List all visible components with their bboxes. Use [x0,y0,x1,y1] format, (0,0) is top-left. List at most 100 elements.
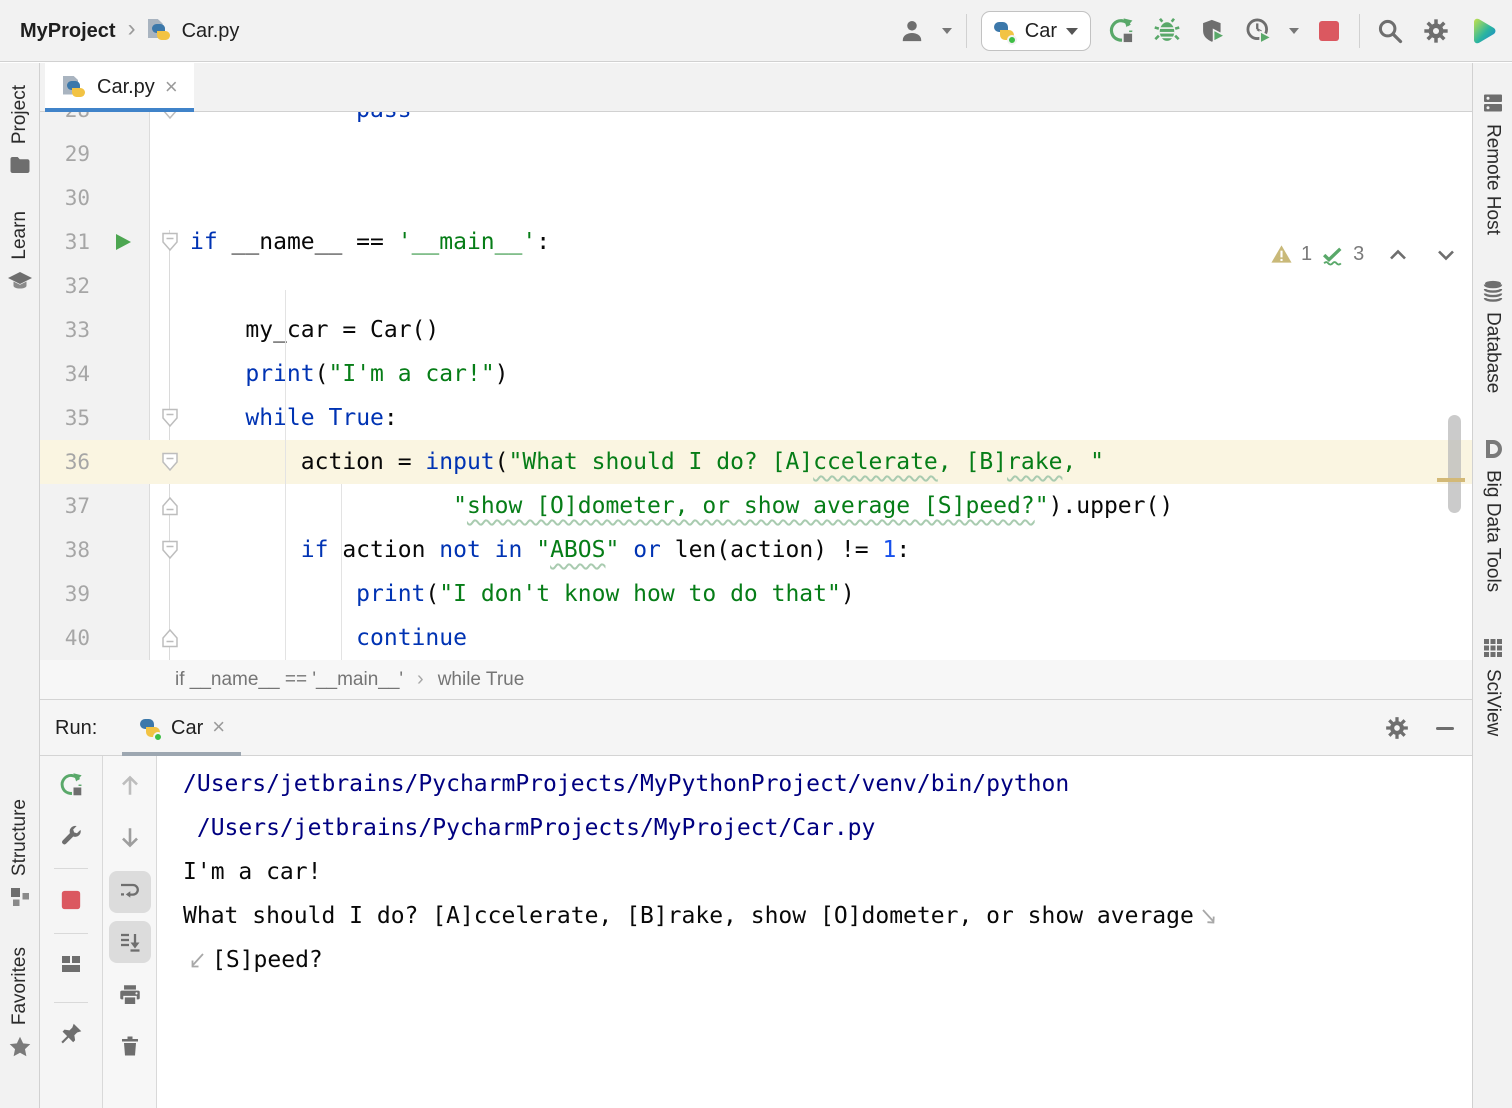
sidebar-item-project[interactable]: Project [8,85,32,177]
fold-marker-icon[interactable] [162,540,179,560]
line-number[interactable]: 40 [40,616,96,660]
line-number[interactable]: 29 [40,132,96,176]
code-text[interactable]: if action not in "ABOS" or len(action) !… [190,528,910,572]
code-text[interactable]: if __name__ == '__main__': [190,220,550,264]
line-number[interactable]: 32 [40,264,96,308]
sidebar-item-sciview[interactable]: SciView [1481,636,1505,736]
project-name[interactable]: MyProject [20,20,116,43]
fold-marker-icon[interactable] [162,112,179,120]
line-number[interactable]: 39 [40,572,96,616]
tab-car-py[interactable]: Car.py × [45,63,194,112]
code-line[interactable]: 36 action = input("What should I do? [A]… [40,440,1472,484]
run-console[interactable]: /Users/jetbrains/PycharmProjects/MyPytho… [157,756,1472,1108]
rerun-button[interactable] [58,772,84,798]
code-text[interactable]: action = input("What should I do? [A]cce… [190,440,1104,484]
line-number[interactable]: 34 [40,352,96,396]
stop-button[interactable] [60,889,82,911]
fold-marker-icon[interactable] [162,408,179,428]
breadcrumb-file-name[interactable]: Car.py [182,20,240,43]
close-icon[interactable]: × [212,716,225,740]
code-line[interactable]: 35 while True: [40,396,1472,440]
breadcrumb-item[interactable]: while True [438,669,525,691]
code-line[interactable]: 31 if __name__ == '__main__': [40,220,1472,264]
rerun-button[interactable] [1105,15,1137,47]
code-line[interactable]: 38 if action not in "ABOS" or len(action… [40,528,1472,572]
gutter-fold-column[interactable] [150,396,190,440]
line-number[interactable]: 31 [40,220,96,264]
debug-button[interactable] [1151,15,1183,47]
console-line[interactable]: /Users/jetbrains/PycharmProjects/MyProje… [183,806,1472,850]
sidebar-item-structure[interactable]: Structure [8,799,32,909]
run-tab-car[interactable]: Car × [122,700,241,756]
console-line[interactable]: What should I do? [A]ccelerate, [B]rake,… [183,894,1472,938]
inspections-widget[interactable]: 1 3 [1270,242,1458,267]
next-problem-chevron-icon[interactable] [1434,243,1458,267]
print-icon[interactable] [117,982,143,1008]
editor-scrollbar[interactable] [1448,415,1461,513]
line-number[interactable]: 38 [40,528,96,572]
line-number[interactable]: 36 [40,440,96,484]
fold-marker-icon[interactable] [162,452,179,472]
stop-button[interactable] [1313,15,1345,47]
gutter-fold-column[interactable] [150,484,190,528]
fold-marker-icon[interactable] [162,628,179,648]
gutter-fold-column[interactable] [150,112,190,132]
code-line[interactable]: 40 continue [40,616,1472,660]
fold-marker-icon[interactable] [162,496,179,516]
sidebar-item-favorites[interactable]: Favorites [6,947,34,1060]
wrench-icon[interactable] [58,823,84,849]
down-arrow-icon[interactable] [117,825,143,851]
code-line[interactable]: 33 my_car = Car() [40,308,1472,352]
code-text[interactable]: my_car = Car() [190,308,439,352]
console-line[interactable]: I'm a car! [183,850,1472,894]
code-text[interactable]: pass [190,112,412,132]
console-line[interactable]: /Users/jetbrains/PycharmProjects/MyPytho… [183,762,1472,806]
code-text[interactable]: "show [O]dometer, or show average [S]pee… [190,484,1173,528]
fold-marker-icon[interactable] [162,232,179,252]
code-line[interactable]: 39 print("I don't know how to do that") [40,572,1472,616]
line-number[interactable]: 28 [40,112,96,132]
code-editor[interactable]: 28 pass293031if __name__ == '__main__':3… [40,112,1472,660]
settings-gear-icon[interactable] [1420,15,1452,47]
line-number[interactable]: 37 [40,484,96,528]
code-line[interactable]: 37 "show [O]dometer, or show average [S]… [40,484,1472,528]
run-with-coverage-button[interactable] [1197,15,1229,47]
profiler-dropdown-icon[interactable] [1289,28,1299,34]
sidebar-item-remote-host[interactable]: Remote Host [1481,91,1505,235]
gutter-fold-column[interactable] [150,220,190,264]
code-text[interactable]: print("I don't know how to do that") [190,572,855,616]
pin-icon[interactable] [58,1021,84,1047]
gutter-fold-column[interactable] [150,440,190,484]
breadcrumb-item[interactable]: if __name__ == '__main__' [175,669,403,691]
soft-wrap-toggle[interactable] [109,871,151,913]
gutter-fold-column[interactable] [150,528,190,572]
run-settings-gear-icon[interactable] [1384,715,1410,741]
error-stripe-warning-mark[interactable] [1437,478,1465,482]
code-text[interactable]: continue [190,616,467,660]
user-dropdown-icon[interactable] [942,28,952,34]
user-icon[interactable] [896,15,928,47]
code-line[interactable]: 28 pass [40,112,1472,132]
up-arrow-icon[interactable] [117,772,143,798]
code-line[interactable]: 30 [40,176,1472,220]
hide-tool-window-icon[interactable] [1436,727,1454,730]
run-configuration-select[interactable]: Car [981,11,1091,51]
code-line[interactable]: 34 print("I'm a car!") [40,352,1472,396]
code-line[interactable]: 29 [40,132,1472,176]
space-icon[interactable] [1466,15,1498,47]
sidebar-item-database[interactable]: Database [1481,279,1505,393]
sidebar-item-big-data-tools[interactable]: Big Data Tools [1481,437,1505,592]
console-line[interactable]: [S]peed? [183,938,1472,982]
clear-all-trash-icon[interactable] [118,1034,142,1058]
line-number[interactable]: 35 [40,396,96,440]
layout-icon[interactable] [59,952,83,976]
search-everywhere-icon[interactable] [1374,15,1406,47]
sidebar-item-learn[interactable]: Learn [7,211,33,293]
close-icon[interactable]: × [165,76,178,100]
code-line[interactable]: 32 [40,264,1472,308]
scroll-to-end-toggle[interactable] [109,921,151,963]
gutter-run-column[interactable] [96,220,150,264]
line-number[interactable]: 33 [40,308,96,352]
gutter-fold-column[interactable] [150,616,190,660]
prev-problem-chevron-icon[interactable] [1386,243,1410,267]
